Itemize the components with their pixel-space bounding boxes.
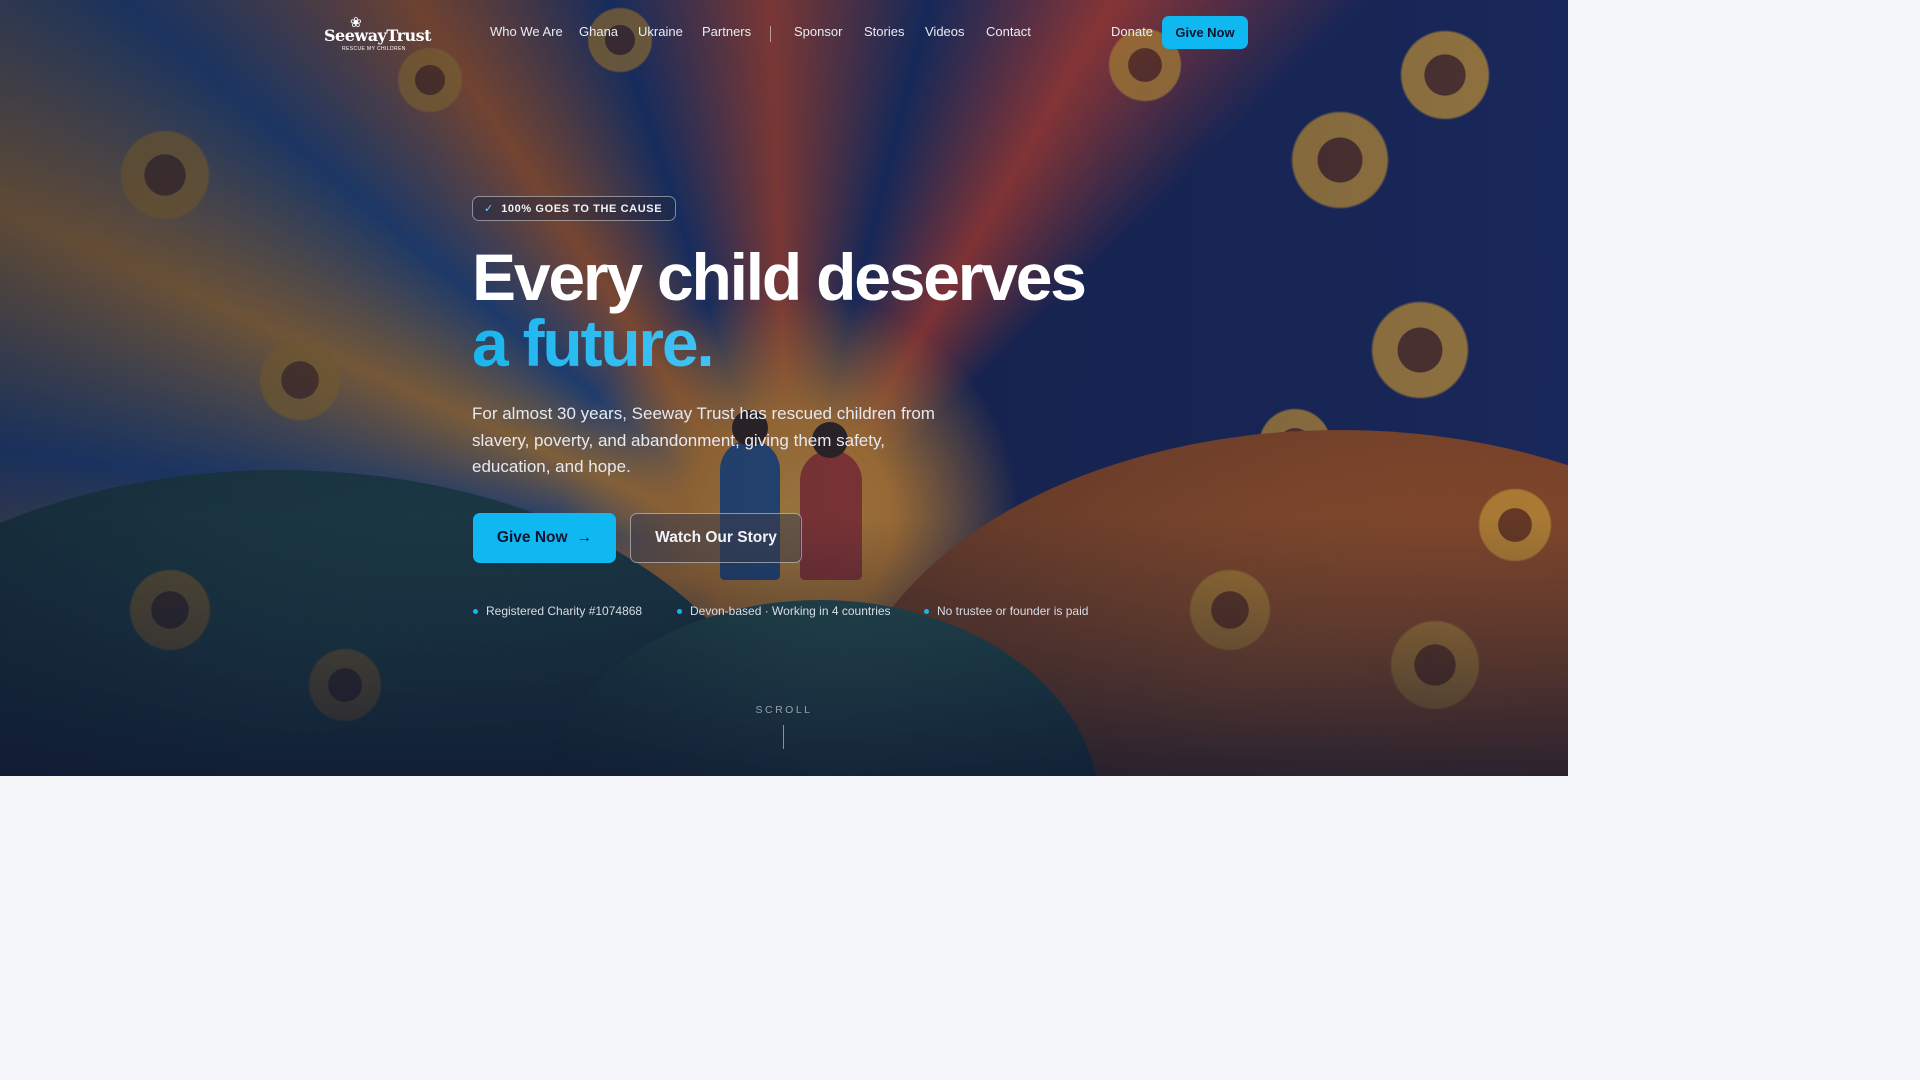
- headline-line-2: a future.: [472, 310, 1085, 376]
- hero-lead-paragraph: For almost 30 years, Seeway Trust has re…: [472, 404, 935, 476]
- trust-item-charity: Registered Charity #1074868: [473, 604, 642, 618]
- donate-link[interactable]: Donate: [1111, 24, 1153, 39]
- nav-link-contact[interactable]: Contact: [986, 24, 1031, 39]
- scroll-indicator-label: SCROLL: [755, 704, 813, 716]
- logo-tagline: RESCUE MY CHILDREN: [342, 46, 406, 52]
- nav-link-who-we-are[interactable]: Who We Are: [490, 24, 563, 39]
- logo-wordmark: SeewayTrust: [324, 26, 432, 45]
- trust-item-location: Devon-based · Working in 4 countries: [677, 604, 891, 618]
- nav-link-ghana[interactable]: Ghana: [579, 24, 618, 39]
- below-fold-section: [0, 776, 1568, 882]
- give-now-button[interactable]: Give Now →: [473, 513, 616, 563]
- hero-section: [0, 0, 1568, 776]
- watch-our-story-button[interactable]: Watch Our Story: [630, 513, 802, 563]
- nav-divider: [770, 26, 771, 42]
- give-now-nav-button[interactable]: Give Now: [1162, 16, 1248, 49]
- arrow-right-icon: →: [576, 529, 593, 546]
- bullet-dot-icon: [473, 608, 478, 614]
- trust-item-text: No trustee or founder is paid: [937, 604, 1089, 618]
- trust-item-text: Registered Charity #1074868: [486, 604, 643, 618]
- check-icon: ✓: [484, 203, 494, 215]
- watch-story-label: Watch Our Story: [655, 529, 777, 546]
- bullet-dot-icon: [924, 608, 929, 614]
- logo[interactable]: ❀ SeewayTrust RESCUE MY CHILDREN: [324, 14, 432, 52]
- nav-link-partners[interactable]: Partners: [702, 24, 751, 39]
- nav-link-stories[interactable]: Stories: [864, 24, 904, 39]
- nav-link-videos[interactable]: Videos: [925, 24, 965, 39]
- bullet-dot-icon: [677, 608, 682, 614]
- trust-item-unpaid: No trustee or founder is paid: [924, 604, 1088, 618]
- badge-label: 100% GOES TO THE CAUSE: [501, 202, 663, 215]
- site-header: ❀ SeewayTrust RESCUE MY CHILDREN Who We …: [0, 0, 1568, 66]
- nav-link-sponsor[interactable]: Sponsor: [794, 24, 842, 39]
- give-now-label: Give Now: [496, 529, 568, 546]
- nav-link-ukraine[interactable]: Ukraine: [638, 24, 683, 39]
- scroll-indicator-line: [783, 725, 784, 749]
- hero-headline: Every child deserves a future.: [472, 240, 1087, 376]
- trust-item-text: Devon-based · Working in 4 countries: [690, 604, 891, 618]
- cause-badge: ✓ 100% GOES TO THE CAUSE: [472, 196, 677, 221]
- headline-line-1: Every child deserves: [472, 240, 1087, 314]
